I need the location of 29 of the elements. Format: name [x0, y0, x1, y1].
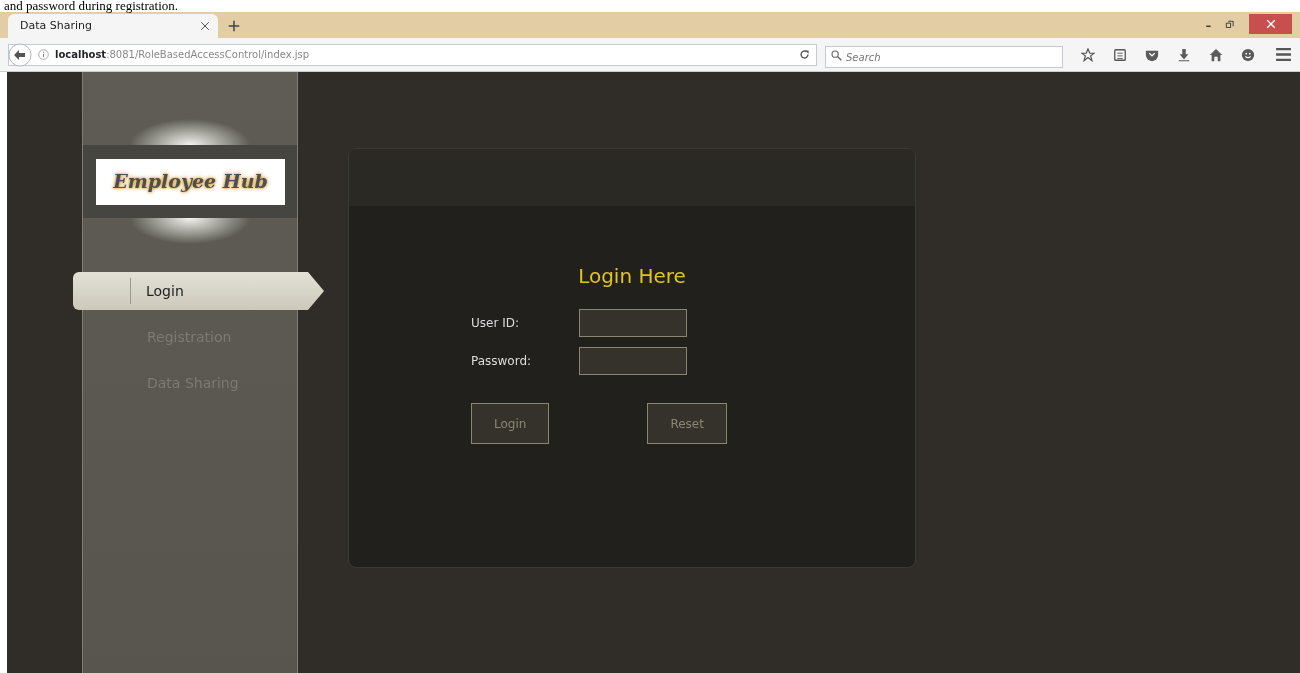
new-tab-icon[interactable]: [228, 20, 240, 32]
login-title: Login Here: [577, 263, 687, 290]
reload-icon[interactable]: [799, 49, 810, 60]
home-icon[interactable]: [1209, 47, 1223, 62]
field-label: User ID:: [471, 315, 520, 332]
close-icon[interactable]: [200, 21, 210, 31]
caption-text: and password during registration.: [3, 0, 180, 12]
address-bar[interactable]: localhost:8081/RoleBasedAccessControl/index.jsp: [8, 43, 817, 66]
field-label: Password:: [471, 353, 533, 370]
sidebar-item[interactable]: Login: [73, 272, 324, 310]
info-icon: [38, 49, 49, 60]
logo: Employee Hub: [96, 158, 285, 205]
restore-icon[interactable]: [1225, 20, 1235, 30]
search-icon: [831, 49, 842, 61]
input-field[interactable]: [579, 347, 687, 375]
close-icon: [1265, 19, 1276, 29]
input-field[interactable]: [579, 309, 687, 337]
search-field[interactable]: Search: [825, 46, 1063, 68]
tab-title: Data Sharing: [20, 17, 93, 34]
form-button[interactable]: Reset: [647, 403, 727, 444]
browser-tab[interactable]: Data Sharing: [8, 14, 218, 38]
download-icon[interactable]: [1177, 47, 1191, 62]
url-text: localhost:8081/RoleBasedAccessControl/index.jsp: [55, 48, 311, 62]
reader-icon[interactable]: [1113, 47, 1127, 62]
menu-icon[interactable]: [1275, 46, 1292, 63]
back-icon[interactable]: [8, 42, 32, 67]
bookmark-star-icon[interactable]: [1081, 47, 1095, 62]
form-button[interactable]: Login: [471, 403, 550, 444]
smiley-icon[interactable]: [1241, 47, 1255, 62]
